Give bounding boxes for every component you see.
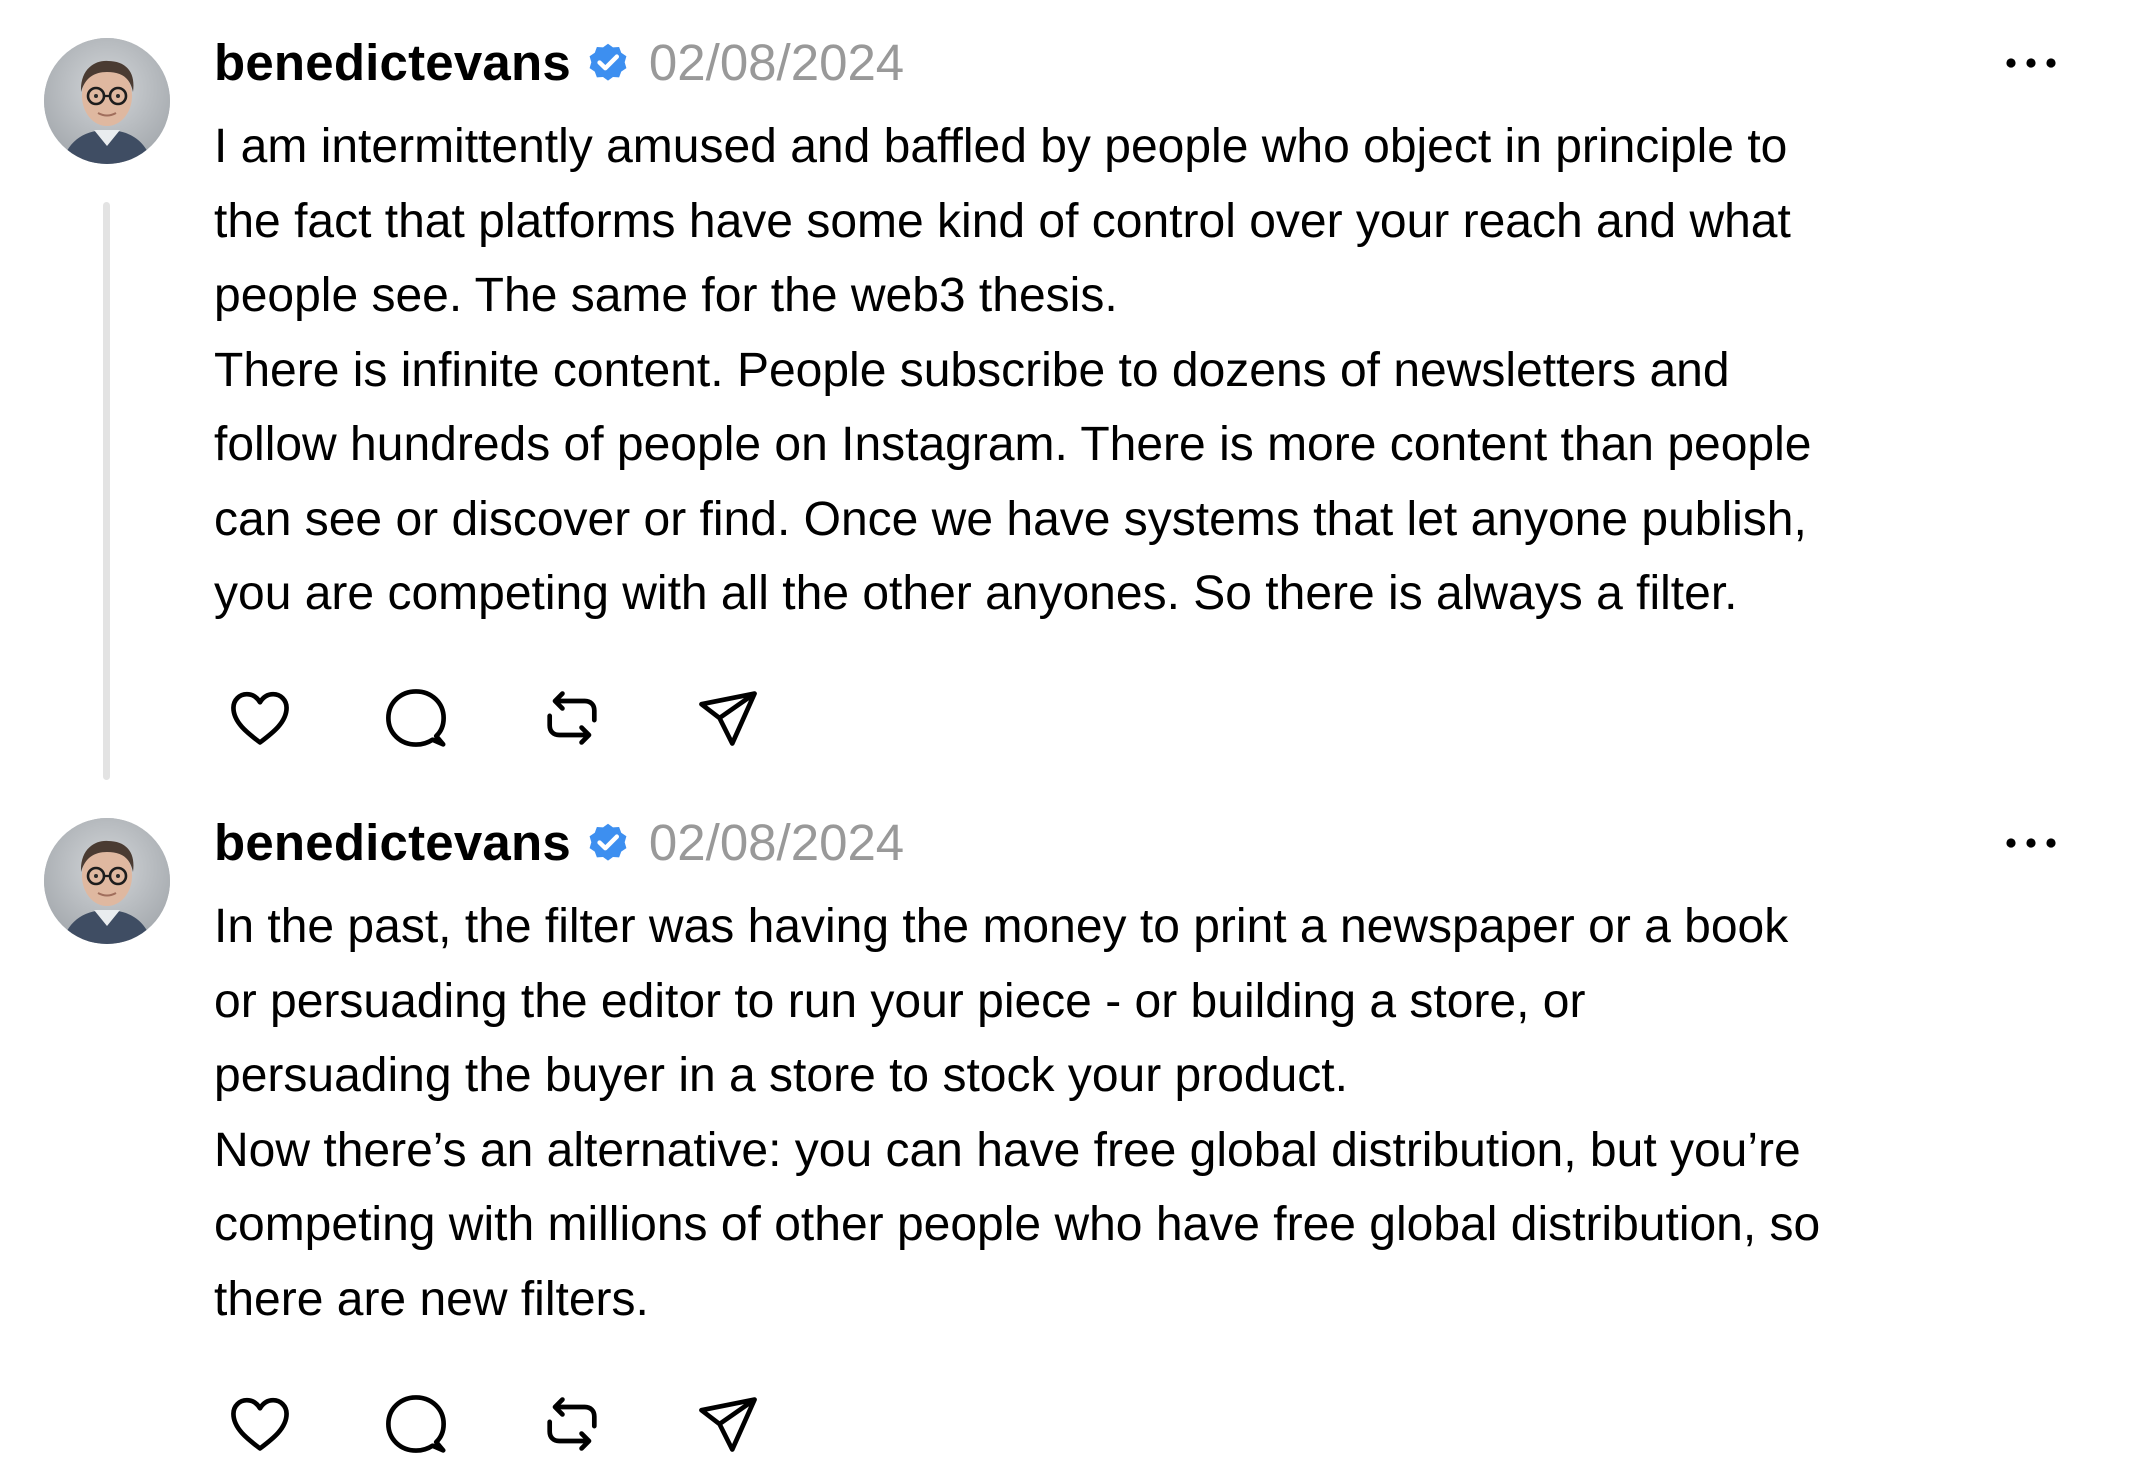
reply-button[interactable]: [380, 1388, 452, 1460]
share-button[interactable]: [692, 1388, 764, 1460]
share-icon: [699, 691, 757, 746]
post-text-line: I am intermittently amused and baffled b…: [214, 120, 1788, 173]
like-icon: [231, 691, 289, 745]
post-text-line: there are new filters.: [214, 1272, 649, 1326]
post-text-line: people see. The same for the web3 thesis…: [214, 269, 1118, 322]
post-header: benedictevans 02/08/2024: [214, 810, 904, 874]
more-options-icon: [2006, 838, 2056, 848]
post-date: 02/08/2024: [648, 33, 905, 91]
avatar[interactable]: [44, 38, 170, 164]
verified-badge-icon: [585, 39, 631, 85]
avatar-image: [44, 818, 170, 944]
username[interactable]: benedictevans: [214, 813, 571, 872]
post-actions: [224, 1388, 848, 1460]
like-icon: [231, 1397, 289, 1451]
post-text-line: persuading the buyer in a store to stock…: [214, 1049, 1348, 1102]
verified-badge-icon: [585, 819, 631, 865]
reply-icon: [386, 1395, 446, 1453]
repost-button[interactable]: [536, 682, 608, 754]
post-text-line: Now there’s an alternative: you can have…: [214, 1123, 1801, 1177]
post-text-line: competing with millions of other people …: [214, 1198, 1821, 1251]
post-actions: [224, 682, 848, 754]
post-text-line: In the past, the filter was having the m…: [214, 900, 1789, 953]
avatar-image: [44, 38, 170, 164]
post-date: 02/08/2024: [648, 813, 905, 871]
post: benedictevans 02/08/2024 I am intermitte…: [0, 0, 2136, 780]
reply-icon: [386, 689, 446, 747]
more-options-button[interactable]: [1998, 40, 2064, 86]
repost-icon: [547, 691, 597, 745]
post-text-line: follow hundreds of people on Instagram. …: [214, 418, 1812, 471]
like-button[interactable]: [224, 682, 296, 754]
post-text-line: can see or discover or find. Once we hav…: [214, 492, 1807, 546]
post-text-line: the fact that platforms have some kind o…: [214, 194, 1791, 248]
thread: benedictevans 02/08/2024 I am intermitte…: [0, 0, 2136, 1474]
share-button[interactable]: [692, 682, 764, 754]
avatar[interactable]: [44, 818, 170, 944]
post: benedictevans 02/08/2024 In the past, th…: [0, 780, 2136, 1474]
reply-button[interactable]: [380, 682, 452, 754]
more-options-button[interactable]: [1998, 820, 2064, 866]
like-button[interactable]: [224, 1388, 296, 1460]
post-header: benedictevans 02/08/2024: [214, 30, 904, 94]
post-body: I am intermittently amused and baffled b…: [214, 110, 2094, 632]
repost-button[interactable]: [536, 1388, 608, 1460]
post-text-line: There is infinite content. People subscr…: [214, 343, 1730, 397]
username[interactable]: benedictevans: [214, 33, 571, 92]
more-options-icon: [2006, 58, 2056, 68]
post-text-line: or persuading the editor to run your pie…: [214, 974, 1586, 1028]
thread-connector-line: [103, 202, 110, 780]
post-text-line: you are competing with all the other any…: [214, 567, 1738, 620]
repost-icon: [547, 1397, 597, 1451]
post-body: In the past, the filter was having the m…: [214, 890, 2094, 1337]
share-icon: [699, 1397, 757, 1452]
